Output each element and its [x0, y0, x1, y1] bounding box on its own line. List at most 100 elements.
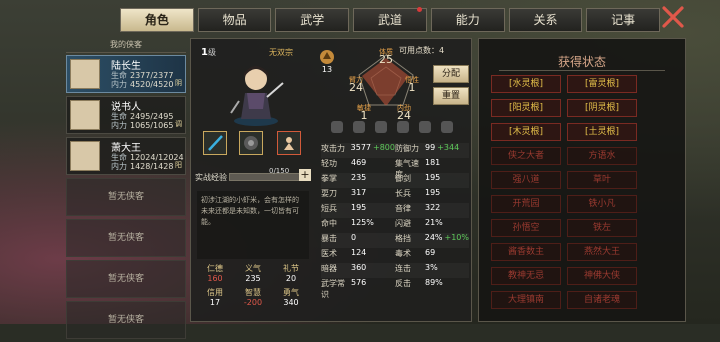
attribute-row: 轻功 469 集气速度 181 — [321, 158, 469, 179]
virtue-value: 340 — [283, 298, 299, 307]
status-item[interactable]: 方语水 — [567, 147, 637, 165]
available-points: 可用点数：4 — [399, 46, 445, 55]
status-item[interactable]: [土灵根] — [567, 123, 637, 141]
attribute-label: 轻功 — [321, 159, 337, 168]
virtue-cell: 智慧 -200 — [235, 287, 271, 307]
exp-add-button[interactable]: + — [299, 169, 311, 181]
attribute-row: 暴击 0 格挡 24% +10% — [321, 233, 469, 248]
empty-hero-slot[interactable]: 暂无侠客 — [66, 260, 186, 298]
status-item[interactable]: 孙悟空 — [491, 219, 561, 237]
attribute-value: 21% — [425, 218, 443, 227]
status-divider — [499, 70, 665, 71]
attribute-value: 24% — [424, 233, 443, 242]
virtue-label: 仁德 — [207, 264, 223, 273]
attribute-label: 暗器 — [321, 264, 337, 273]
status-item[interactable]: 燕然大王 — [567, 243, 637, 261]
tab-label: 武学 — [300, 13, 325, 27]
attribute-label: 集气速度 — [395, 159, 419, 179]
attribute-value: 360 — [351, 263, 367, 272]
tab-2[interactable]: 武学 — [275, 8, 350, 32]
hero-mp: 内力 1428/1428 — [111, 162, 174, 171]
attribute-label: 暴击 — [321, 234, 337, 243]
attribute-value: 235 — [351, 173, 367, 182]
character-portrait — [230, 66, 284, 126]
hero-card[interactable]: 萧大王 生命 12024/12024 内力 1428/1428 阳 — [66, 137, 186, 175]
status-item[interactable]: 教神无忌 — [491, 267, 561, 285]
virtue-cell: 勇气 340 — [273, 287, 309, 307]
attribute-row: 武学常识 576 反击 89% — [321, 278, 469, 299]
status-item[interactable]: 酱香数主 — [491, 243, 561, 261]
tab-label: 物品 — [222, 13, 247, 27]
attribute-label: 短兵 — [321, 204, 337, 213]
reset-button[interactable]: 重置 — [433, 87, 469, 105]
status-item[interactable]: 大理镇南 — [491, 291, 561, 309]
seal-icon — [353, 121, 365, 133]
attribute-value: 469 — [351, 158, 367, 167]
status-item[interactable]: 铁小凡 — [567, 195, 637, 213]
attribute-label: 御剑 — [395, 174, 411, 183]
weapon-slot-icon[interactable] — [203, 131, 227, 155]
tab-0[interactable]: 角色 — [120, 8, 194, 32]
attribute-row: 攻击力 3577 +800 防御力 99 +344 — [321, 143, 469, 158]
tab-4[interactable]: 能力 — [430, 8, 505, 32]
hero-mp: 内力 4520/4520 — [111, 80, 174, 89]
attribute-label: 毒术 — [395, 249, 411, 258]
attribute-value: 99 — [425, 143, 436, 152]
virtue-cell: 礼节 20 — [273, 263, 309, 283]
status-item[interactable]: [雷灵根] — [567, 75, 637, 93]
attribute-bonus: +800 — [373, 143, 395, 152]
attribute-label: 连击 — [395, 264, 411, 273]
hero-tag: 阳 — [175, 161, 182, 169]
status-title: 获得状态 — [557, 55, 606, 69]
tab-5[interactable]: 关系 — [508, 8, 583, 32]
attribute-value: 181 — [425, 158, 441, 167]
attribute-value: 195 — [425, 188, 441, 197]
seal-icon — [441, 121, 453, 133]
status-item[interactable]: [水灵根] — [491, 75, 561, 93]
exp-label: 实战经验 — [195, 173, 227, 182]
virtue-value: -200 — [243, 298, 263, 307]
status-item[interactable]: [阴灵根] — [567, 99, 637, 117]
attribute-row: 命中 125% 闪避 21% — [321, 218, 469, 233]
empty-hero-slot[interactable]: 暂无侠客 — [66, 301, 186, 339]
status-item[interactable]: 自诸老魂 — [567, 291, 637, 309]
seal-icon — [331, 121, 343, 133]
attribute-row: 耍刀 317 长兵 195 — [321, 188, 469, 203]
status-item[interactable]: [阳灵根] — [491, 99, 561, 117]
tab-3[interactable]: 武道 — [353, 7, 427, 32]
attribute-value: 317 — [351, 188, 367, 197]
attribute-label: 反击 — [395, 279, 411, 288]
accessory-slot-icon[interactable] — [277, 131, 301, 155]
tab-1[interactable]: 物品 — [197, 8, 272, 32]
allocate-button[interactable]: 分配 — [433, 65, 469, 83]
attribute-grid: 攻击力 3577 +800 防御力 99 +344 轻功 469 集气速度 181 拳掌 235 御剑 1… — [321, 143, 469, 299]
virtue-label: 勇气 — [283, 288, 299, 297]
hero-card[interactable]: 陆长生 生命 2377/2377 内力 4520/4520 阴 — [66, 55, 186, 93]
close-icon[interactable] — [660, 4, 686, 30]
hero-avatar — [70, 59, 100, 89]
stat-value: 25 — [379, 53, 393, 66]
armor-slot-icon[interactable] — [239, 131, 263, 155]
notification-dot — [416, 7, 422, 12]
status-item[interactable]: 开荒园 — [491, 195, 561, 213]
empty-hero-slot[interactable]: 暂无侠客 — [66, 219, 186, 257]
virtue-cell: 义气 235 — [235, 263, 271, 283]
attribute-label: 拳掌 — [321, 174, 337, 183]
status-item[interactable]: 神佛大侠 — [567, 267, 637, 285]
status-item[interactable]: 草叶 — [567, 171, 637, 189]
hero-card[interactable]: 说书人 生命 2495/2495 内力 1065/1065 调 — [66, 96, 186, 134]
tab-label: 能力 — [455, 13, 480, 27]
status-panel: 获得状态 [水灵根] [雷灵根] [阳灵根] [阴灵根] [木灵根] [土灵根] 侠之大者方… — [478, 38, 686, 322]
attribute-value: 3% — [425, 263, 438, 272]
status-item[interactable]: 铁左 — [567, 219, 637, 237]
empty-hero-slot[interactable]: 暂无侠客 — [66, 178, 186, 216]
attribute-label: 医术 — [321, 249, 337, 258]
status-item[interactable]: 强八道 — [491, 171, 561, 189]
hero-list: 我的侠客 陆长生 生命 2377/2377 内力 4520/4520 阴 说书人 生… — [66, 38, 186, 342]
attribute-label: 音律 — [395, 204, 411, 213]
status-item[interactable]: 侠之大者 — [491, 147, 561, 165]
status-item[interactable]: [木灵根] — [491, 123, 561, 141]
tab-6[interactable]: 记事 — [586, 8, 661, 32]
attribute-row: 暗器 360 连击 3% — [321, 263, 469, 278]
virtue-value: 160 — [207, 274, 223, 283]
